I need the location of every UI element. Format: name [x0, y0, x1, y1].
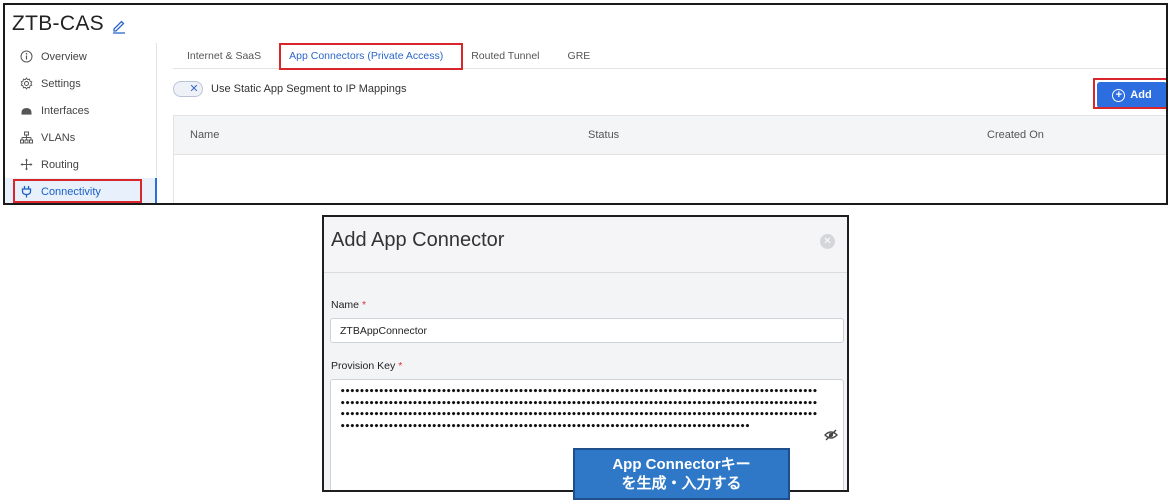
- title-row: ZTB-CAS: [5, 5, 1166, 43]
- sidebar-item-label: Routing: [41, 158, 79, 171]
- network-icon: [19, 131, 33, 145]
- sidebar-item-interfaces[interactable]: Interfaces: [5, 97, 156, 124]
- static-mapping-toggle-row: ✕ Use Static App Segment to IP Mappings: [173, 81, 406, 97]
- sidebar-item-label: Interfaces: [41, 104, 90, 117]
- provision-key-label-text: Provision Key: [331, 360, 396, 372]
- sidebar-item-routing[interactable]: Routing: [5, 151, 156, 178]
- dialog-header: Add App Connector ✕: [324, 217, 847, 273]
- name-field-value: ZTBAppConnector: [340, 324, 427, 337]
- callout-line-2: を生成・入力する: [621, 475, 742, 492]
- tab-bar: Internet & SaaS App Connectors (Private …: [173, 43, 1166, 69]
- dialog-title: Add App Connector: [331, 229, 505, 251]
- close-icon[interactable]: ✕: [820, 234, 835, 249]
- sidebar: Overview Settings Interfaces VLANs Routi…: [5, 43, 157, 203]
- name-label-text: Name: [331, 299, 360, 311]
- sidebar-item-label: Connectivity: [41, 185, 101, 198]
- table-header-row: Name Status Created On: [174, 116, 1166, 155]
- sidebar-item-settings[interactable]: Settings: [5, 70, 156, 97]
- plus-circle-icon: +: [1112, 88, 1126, 102]
- app-connectors-table: Name Status Created On: [173, 115, 1166, 203]
- tab-internet-saas[interactable]: Internet & SaaS: [173, 43, 275, 69]
- column-header-status[interactable]: Status: [588, 129, 619, 141]
- tab-gre[interactable]: GRE: [554, 43, 605, 69]
- interfaces-icon: [19, 104, 33, 118]
- tab-app-connectors[interactable]: App Connectors (Private Access): [275, 43, 457, 69]
- required-asterisk: *: [362, 299, 367, 311]
- gear-icon: [19, 77, 33, 91]
- sidebar-item-label: Settings: [41, 77, 81, 90]
- instruction-callout: App Connectorキー を生成・入力する: [573, 448, 790, 500]
- add-button-label: Add: [1130, 89, 1152, 101]
- provision-key-masked-value: ••••••••••••••••••••••••••••••••••••••••…: [340, 387, 818, 432]
- static-mapping-toggle[interactable]: ✕: [173, 81, 203, 97]
- toggle-off-x-icon: ✕: [189, 83, 199, 95]
- required-asterisk: *: [398, 360, 403, 372]
- column-header-name[interactable]: Name: [190, 129, 219, 141]
- sidebar-item-overview[interactable]: Overview: [5, 43, 156, 70]
- sidebar-item-connectivity[interactable]: Connectivity: [5, 178, 157, 203]
- device-detail-panel: ZTB-CAS Overview Settings Interfaces VLA…: [3, 3, 1168, 205]
- plug-icon: [19, 185, 33, 199]
- edit-pencil-icon[interactable]: [112, 18, 126, 34]
- callout-line-1: App Connectorキー: [612, 456, 751, 473]
- name-field-label: Name *: [331, 299, 366, 311]
- routing-arrows-icon: [19, 158, 33, 172]
- hide-password-eye-icon[interactable]: [824, 428, 838, 441]
- column-header-created-on[interactable]: Created On: [987, 129, 1044, 141]
- name-field[interactable]: ZTBAppConnector: [330, 318, 844, 343]
- sidebar-item-label: VLANs: [41, 131, 76, 144]
- provision-key-field-label: Provision Key *: [331, 360, 402, 372]
- info-icon: [19, 50, 33, 64]
- sidebar-item-label: Overview: [41, 50, 87, 63]
- add-button[interactable]: + Add: [1097, 82, 1166, 108]
- tab-routed-tunnel[interactable]: Routed Tunnel: [457, 43, 553, 69]
- toggle-label: Use Static App Segment to IP Mappings: [211, 83, 407, 95]
- page-title: ZTB-CAS: [12, 12, 104, 35]
- sidebar-item-vlans[interactable]: VLANs: [5, 124, 156, 151]
